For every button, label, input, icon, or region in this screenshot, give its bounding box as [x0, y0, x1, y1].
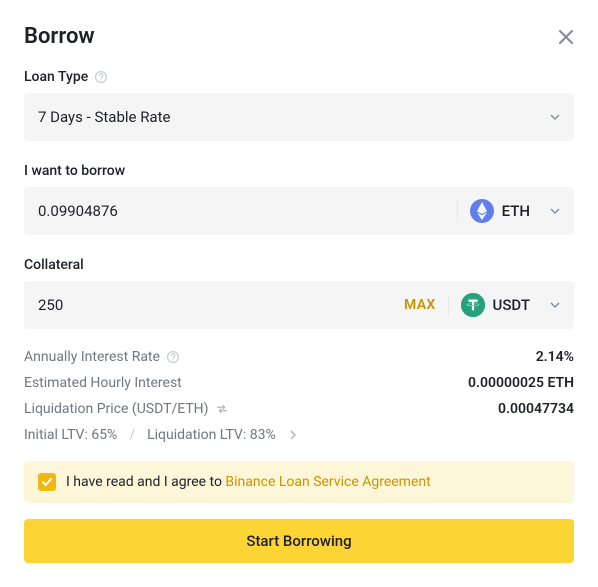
collateral-currency-symbol: USDT: [493, 296, 530, 314]
swap-icon[interactable]: [215, 402, 229, 416]
close-icon: [558, 29, 574, 45]
liquidation-price-row: Liquidation Price (USDT/ETH) 0.00047734: [24, 401, 574, 417]
max-button[interactable]: MAX: [404, 297, 435, 313]
collateral-amount-input[interactable]: [38, 296, 404, 314]
usdt-icon: [461, 293, 485, 317]
annual-rate-label: Annually Interest Rate: [24, 349, 160, 365]
agreement-text-wrap: I have read and I agree to Binance Loan …: [66, 474, 431, 490]
borrow-currency-symbol: ETH: [502, 202, 530, 220]
collateral-label-row: Collateral: [24, 257, 574, 273]
borrow-label: I want to borrow: [24, 163, 125, 179]
borrow-currency-group: ETH: [457, 199, 560, 223]
initial-ltv: Initial LTV: 65%: [24, 427, 117, 443]
collateral-currency-select[interactable]: USDT: [461, 293, 560, 317]
annual-rate-label-wrap: Annually Interest Rate: [24, 349, 180, 365]
chevron-right-icon[interactable]: [288, 430, 298, 440]
liquidation-price-value: 0.00047734: [498, 401, 574, 417]
start-borrowing-button[interactable]: Start Borrowing: [24, 519, 574, 563]
liquidation-price-label-wrap: Liquidation Price (USDT/ETH): [24, 401, 229, 417]
loan-type-value: 7 Days - Stable Rate: [38, 108, 550, 126]
loan-type-label: Loan Type: [24, 69, 88, 85]
borrow-amount-input[interactable]: [38, 202, 457, 220]
modal-header: Borrow: [24, 24, 574, 49]
caret-down-icon: [550, 112, 560, 122]
help-icon[interactable]: [166, 350, 180, 364]
check-icon: [41, 476, 53, 488]
loan-type-label-row: Loan Type: [24, 69, 574, 85]
separator: [457, 200, 458, 222]
caret-down-icon: [550, 300, 560, 310]
eth-icon: [470, 199, 494, 223]
borrow-label-row: I want to borrow: [24, 163, 574, 179]
agreement-text: I have read and I agree to: [66, 474, 225, 490]
caret-down-icon: [550, 206, 560, 216]
hourly-interest-value: 0.00000025 ETH: [468, 375, 574, 391]
collateral-right-group: MAX USDT: [404, 293, 560, 317]
liquidation-price-label: Liquidation Price (USDT/ETH): [24, 401, 209, 417]
agreement-box: I have read and I agree to Binance Loan …: [24, 461, 574, 503]
annual-rate-value: 2.14%: [536, 349, 574, 365]
agreement-link[interactable]: Binance Loan Service Agreement: [225, 474, 430, 490]
borrow-currency-select[interactable]: ETH: [470, 199, 560, 223]
collateral-label: Collateral: [24, 257, 84, 273]
ltv-divider: /: [129, 427, 135, 443]
hourly-interest-label: Estimated Hourly Interest: [24, 375, 182, 391]
collateral-field: MAX USDT: [24, 281, 574, 329]
close-button[interactable]: [558, 29, 574, 45]
borrow-modal: Borrow Loan Type 7 Days - Stable Rate I …: [0, 0, 598, 587]
loan-type-select[interactable]: 7 Days - Stable Rate: [24, 93, 574, 141]
help-icon[interactable]: [94, 70, 108, 84]
agreement-checkbox[interactable]: [38, 473, 56, 491]
annual-rate-row: Annually Interest Rate 2.14%: [24, 349, 574, 365]
modal-title: Borrow: [24, 24, 95, 49]
hourly-interest-row: Estimated Hourly Interest 0.00000025 ETH: [24, 375, 574, 391]
separator: [448, 294, 449, 316]
liquidation-ltv: Liquidation LTV: 83%: [147, 427, 276, 443]
borrow-field: ETH: [24, 187, 574, 235]
ltv-row: Initial LTV: 65% / Liquidation LTV: 83%: [24, 427, 574, 443]
